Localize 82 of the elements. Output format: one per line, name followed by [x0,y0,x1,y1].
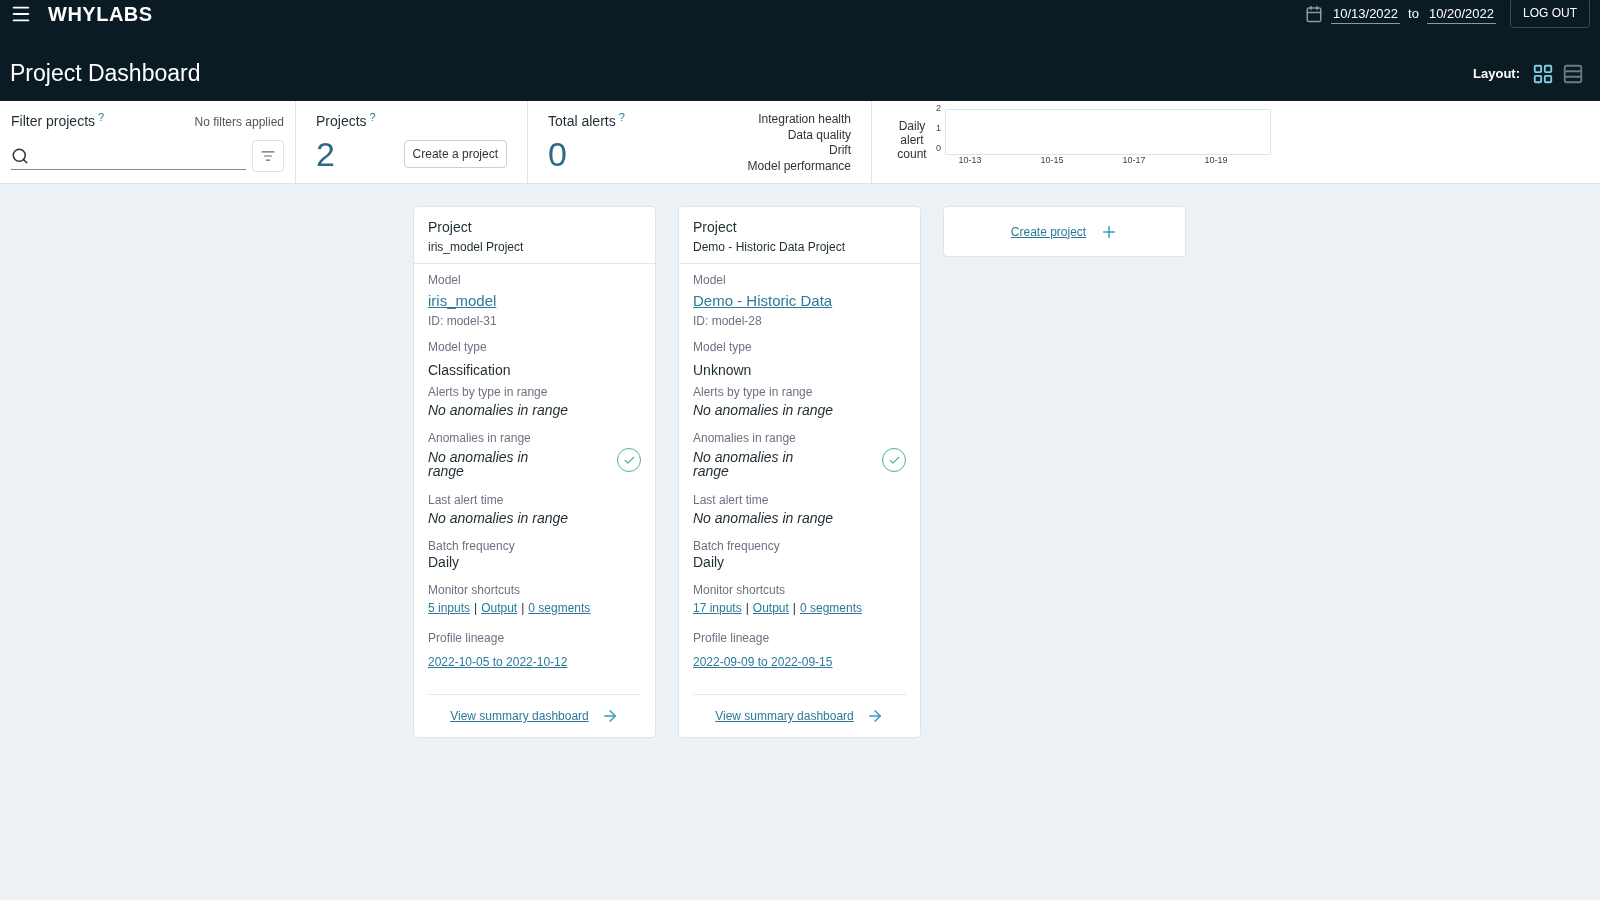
create-project-link[interactable]: Create project [1010,222,1087,241]
field-label: Monitor shortcuts [428,582,522,598]
alert-count: 0 [548,134,568,174]
lineage-link[interactable]: 2022-09-09 to 2022-09-15 [693,654,906,670]
alert-type: Model performance [747,158,851,174]
alert-type: Drift [829,143,851,159]
page-title: Project Dashboard [10,59,201,89]
field-label: Last alert time [693,492,770,508]
card-heading: Project [428,219,473,235]
axis-label: 10-13 [958,155,982,165]
summary-link[interactable]: View summary dashboard [450,708,589,724]
batch-value: Daily [428,554,461,570]
filter-icon [261,149,275,163]
axis-label: 10-17 [1122,155,1146,165]
separator: | [745,600,749,616]
alert-type: Integration health [758,112,851,128]
field-label: Profile lineage [693,630,771,646]
last-alert-value: No anomalies in range [428,510,570,526]
shortcut-link[interactable]: 5 inputs [428,600,471,616]
field-label: Monitor shortcuts [693,582,787,598]
search-icon [11,146,29,165]
card-heading: Project [693,219,738,235]
lineage-link[interactable]: 2022-10-05 to 2022-10-12 [428,654,641,670]
chart-label: Daily alert count [896,119,928,161]
help-mark[interactable]: ? [369,109,376,126]
filter-status: No filters applied [194,114,284,131]
logout-button[interactable]: LOG OUT [1510,0,1590,28]
create-project-button[interactable]: Create a project [403,140,507,168]
axis-label: 1 [936,123,941,133]
axis-label: 0 [936,143,941,153]
layout-label: Layout: [1473,64,1520,83]
shortcut-link[interactable]: Output [752,600,789,616]
separator: | [792,600,796,616]
field-label: Last alert time [428,492,505,508]
alerts-value: No anomalies in range [428,402,570,418]
separator: | [474,600,478,616]
help-mark[interactable]: ? [618,109,625,126]
axis-label: 10-15 [1040,155,1064,165]
model-id: ID: model-31 [428,313,498,329]
anomalies-value: No anomalies in range [428,450,530,478]
model-type: Unknown [693,362,753,378]
create-project-card[interactable]: Create project [943,206,1186,257]
model-link[interactable]: Demo - Historic Data [693,293,906,309]
field-label: Batch frequency [428,538,516,554]
shortcut-link[interactable]: 0 segments [528,600,591,616]
field-label: Anomalies in range [428,430,532,446]
shortcut-link[interactable]: 17 inputs [693,600,742,616]
axis-label: 2 [936,103,941,113]
panel-title: Filter projects [11,112,96,131]
field-label: Model type [428,339,488,355]
date-from-field[interactable]: 10/13/2022 [1331,3,1401,25]
model-link[interactable]: iris_model [428,293,641,309]
field-label: Anomalies in range [693,430,797,446]
batch-value: Daily [693,554,726,570]
anomalies-value: No anomalies in range [693,450,795,478]
panel-title: Projects [316,112,367,131]
calendar-icon[interactable] [1305,5,1323,23]
field-label: Profile lineage [428,630,506,646]
date-separator: to [1408,5,1419,24]
logo: WHYLABS [48,2,153,27]
axis-label: 10-19 [1204,155,1228,165]
alerts-value: No anomalies in range [693,402,835,418]
alert-type: Data quality [787,127,851,143]
shortcut-link[interactable]: 0 segments [800,600,863,616]
field-label: Model [693,272,727,288]
date-to-field[interactable]: 10/20/2022 [1426,3,1496,25]
field-label: Batch frequency [693,538,781,554]
help-mark[interactable]: ? [98,109,105,126]
model-type: Classification [428,362,512,378]
panel-title: Total alerts [548,112,616,131]
field-label: Model [428,272,462,288]
project-count: 2 [316,134,335,174]
field-label: Model type [693,339,753,355]
field-label: Alerts by type in range [693,384,814,400]
separator: | [521,600,525,616]
project-name: Demo - Historic Data Project [693,239,847,255]
last-alert-value: No anomalies in range [693,510,835,526]
shortcut-link[interactable]: Output [481,600,518,616]
summary-link[interactable]: View summary dashboard [715,708,854,724]
model-id: ID: model-28 [693,313,763,329]
project-name: iris_model Project [428,239,525,255]
field-label: Alerts by type in range [428,384,549,400]
